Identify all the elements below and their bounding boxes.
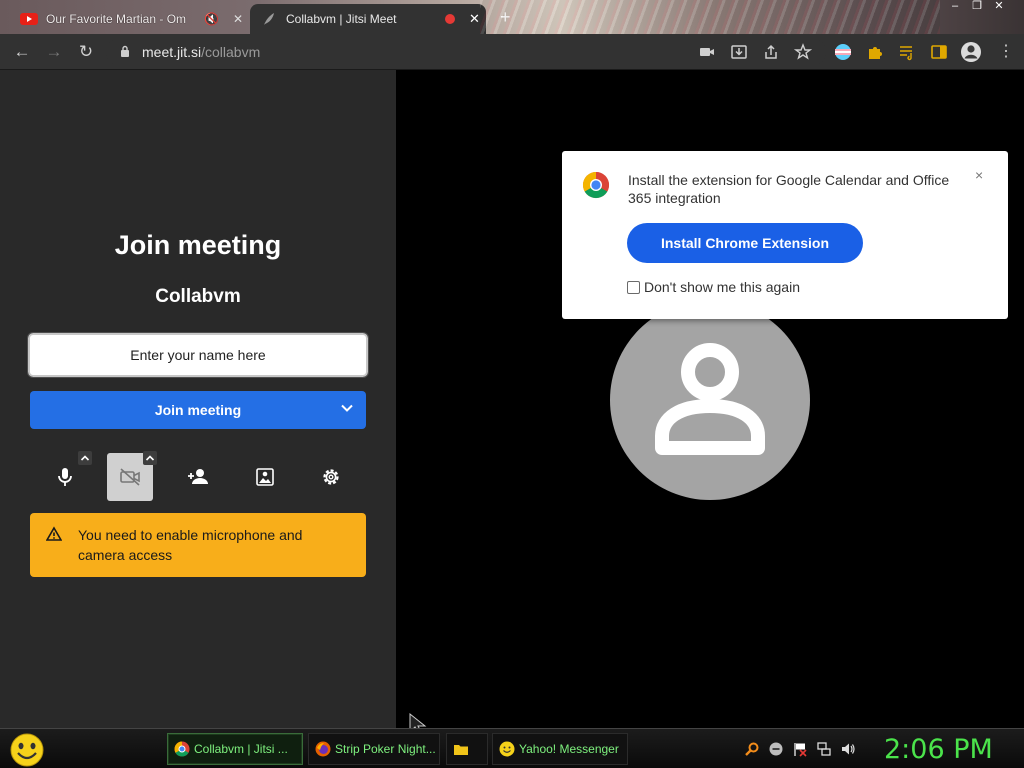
image-icon bbox=[256, 468, 274, 486]
video-preview-area: Install the extension for Google Calenda… bbox=[396, 70, 1024, 728]
tab-title: Collabvm | Jitsi Meet bbox=[286, 12, 397, 26]
chrome-logo-icon bbox=[582, 171, 610, 199]
yahoo-messenger-icon bbox=[499, 741, 515, 757]
new-tab-icon[interactable]: + bbox=[500, 7, 511, 28]
status-minus-icon[interactable] bbox=[768, 741, 784, 757]
forward-arrow-icon[interactable]: → bbox=[44, 42, 64, 62]
window-controls: – ❐ ✕ bbox=[944, 0, 1010, 14]
youtube-icon bbox=[20, 13, 38, 25]
browser-tab-strip: Our Favorite Martian - Om 🔇 ✕ Collabvm |… bbox=[0, 0, 1024, 34]
taskbar-task-chrome[interactable]: Collabvm | Jitsi ... bbox=[167, 733, 303, 765]
taskbar-task-firefox[interactable]: Strip Poker Night... bbox=[308, 733, 440, 765]
dont-show-label: Don't show me this again bbox=[644, 279, 800, 295]
close-tab-icon[interactable]: ✕ bbox=[469, 11, 480, 27]
media-toolbar bbox=[42, 451, 354, 503]
virtual-background-button[interactable] bbox=[242, 453, 288, 501]
default-user-icon bbox=[655, 343, 765, 455]
dont-show-again-option[interactable]: Don't show me this again bbox=[627, 279, 800, 295]
reload-icon[interactable]: ↻ bbox=[76, 42, 96, 62]
invite-people-button[interactable] bbox=[175, 453, 221, 501]
share-icon[interactable] bbox=[762, 43, 780, 61]
microphone-icon bbox=[58, 468, 72, 486]
bookmark-star-icon[interactable] bbox=[794, 43, 812, 61]
more-menu-icon[interactable]: ⋮ bbox=[996, 42, 1016, 62]
folder-icon bbox=[454, 745, 468, 755]
profile-flag-icon[interactable] bbox=[834, 43, 852, 61]
restore-icon[interactable]: ❐ bbox=[966, 0, 988, 14]
task-label: Yahoo! Messenger bbox=[519, 742, 619, 756]
task-label: Strip Poker Night... bbox=[335, 742, 436, 756]
add-person-icon bbox=[188, 469, 208, 484]
video-options-caret[interactable] bbox=[143, 451, 157, 465]
page-title: Join meeting bbox=[114, 230, 282, 260]
dont-show-checkbox[interactable] bbox=[627, 280, 640, 294]
chevron-down-icon[interactable] bbox=[340, 401, 354, 415]
address-bar[interactable]: meet.jit.si/collabvm bbox=[106, 38, 826, 66]
search-icon[interactable] bbox=[744, 741, 760, 757]
install-extension-button[interactable]: Install Chrome Extension bbox=[627, 223, 863, 263]
minimize-icon[interactable]: – bbox=[944, 0, 966, 14]
settings-button[interactable] bbox=[308, 453, 354, 501]
install-app-icon[interactable] bbox=[730, 43, 748, 61]
room-name: Collabvm bbox=[155, 286, 241, 307]
lock-icon bbox=[121, 45, 129, 57]
volume-icon[interactable] bbox=[840, 741, 856, 757]
network-icon[interactable] bbox=[816, 741, 832, 757]
warning-text: You need to enable microphone and camera… bbox=[78, 527, 303, 563]
chevron-up-icon bbox=[80, 455, 90, 461]
tab-title: Our Favorite Martian - Om bbox=[46, 12, 187, 26]
display-name-input[interactable] bbox=[27, 332, 369, 378]
warning-triangle-icon bbox=[46, 526, 62, 541]
participant-avatar bbox=[610, 300, 810, 500]
taskbar: Collabvm | Jitsi ... Strip Poker Night..… bbox=[0, 728, 1024, 768]
tab-jitsi[interactable]: Collabvm | Jitsi Meet ✕ bbox=[250, 4, 486, 34]
profile-avatar-icon[interactable] bbox=[960, 41, 982, 63]
chrome-icon bbox=[174, 741, 190, 757]
camera-off-icon bbox=[120, 468, 140, 486]
desktop-screen: Our Favorite Martian - Om 🔇 ✕ Collabvm |… bbox=[0, 0, 1024, 768]
join-meeting-button[interactable]: Join meeting bbox=[30, 391, 366, 429]
media-queue-icon[interactable] bbox=[898, 43, 916, 61]
task-label: Collabvm | Jitsi ... bbox=[194, 742, 288, 756]
tab-youtube[interactable]: Our Favorite Martian - Om 🔇 ✕ bbox=[14, 4, 246, 34]
close-tab-icon[interactable]: ✕ bbox=[233, 12, 243, 26]
close-icon[interactable]: × bbox=[975, 168, 987, 182]
url-text[interactable]: meet.jit.si/collabvm bbox=[142, 44, 260, 60]
join-meeting-label: Join meeting bbox=[154, 402, 242, 418]
promo-text: Install the extension for Google Calenda… bbox=[628, 172, 950, 206]
system-tray bbox=[744, 741, 856, 759]
taskbar-clock[interactable]: 2:06 PM bbox=[884, 734, 993, 765]
taskbar-task-folder[interactable] bbox=[446, 733, 488, 765]
camera-in-use-icon[interactable] bbox=[698, 43, 716, 61]
taskbar-task-yahoo-messenger[interactable]: Yahoo! Messenger bbox=[492, 733, 628, 765]
gear-icon bbox=[323, 469, 339, 485]
back-arrow-icon[interactable]: ← bbox=[12, 42, 32, 62]
extension-promo-dialog: Install the extension for Google Calenda… bbox=[562, 151, 1008, 319]
permission-warning: You need to enable microphone and camera… bbox=[30, 513, 366, 577]
recording-indicator-icon bbox=[445, 14, 455, 24]
audio-options-caret[interactable] bbox=[78, 451, 92, 465]
firefox-icon bbox=[315, 741, 331, 757]
start-button-smiley-icon[interactable] bbox=[8, 732, 46, 768]
chevron-up-icon bbox=[145, 455, 155, 461]
prejoin-panel: Join meeting Collabvm Join meeting bbox=[0, 70, 396, 728]
speaker-muted-icon[interactable]: 🔇 bbox=[204, 12, 219, 26]
extensions-puzzle-icon[interactable] bbox=[866, 43, 884, 61]
flag-icon[interactable] bbox=[792, 741, 808, 757]
close-window-icon[interactable]: ✕ bbox=[988, 0, 1010, 14]
side-panel-icon[interactable] bbox=[930, 43, 948, 61]
jitsi-favicon-icon bbox=[264, 13, 274, 25]
browser-toolbar: ← → ↻ meet.jit.si/collabvm ⋮ bbox=[0, 34, 1024, 70]
